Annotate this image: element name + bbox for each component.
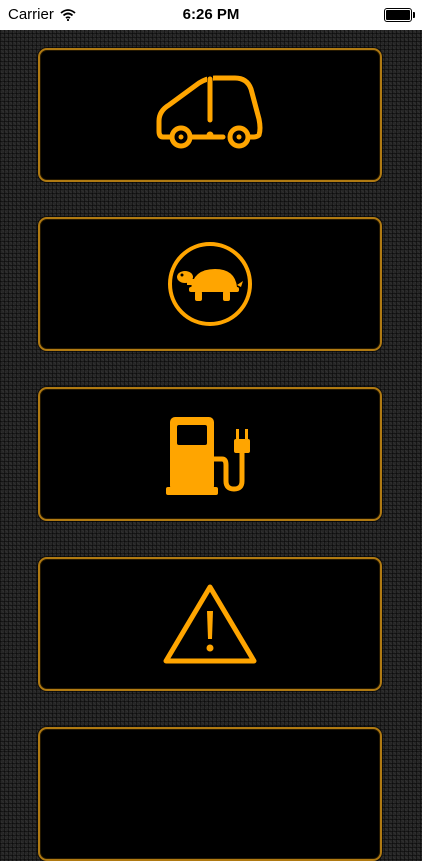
warning-card-turtle[interactable] — [38, 217, 382, 351]
status-time: 6:26 PM — [182, 6, 240, 23]
charging-station-icon — [166, 417, 250, 495]
warning-card-charging-station[interactable] — [38, 387, 382, 521]
vehicle-fault-icon — [156, 75, 263, 149]
warning-card-partial[interactable] — [38, 727, 382, 861]
status-bar: Carrier 6:26 PM — [0, 0, 422, 30]
warning-triangle-icon — [163, 584, 257, 664]
battery-icon — [384, 8, 415, 22]
warning-card-warning-triangle[interactable] — [38, 557, 382, 691]
warning-card-vehicle-fault[interactable] — [38, 48, 382, 182]
turtle-reduced-power-icon — [168, 242, 252, 326]
